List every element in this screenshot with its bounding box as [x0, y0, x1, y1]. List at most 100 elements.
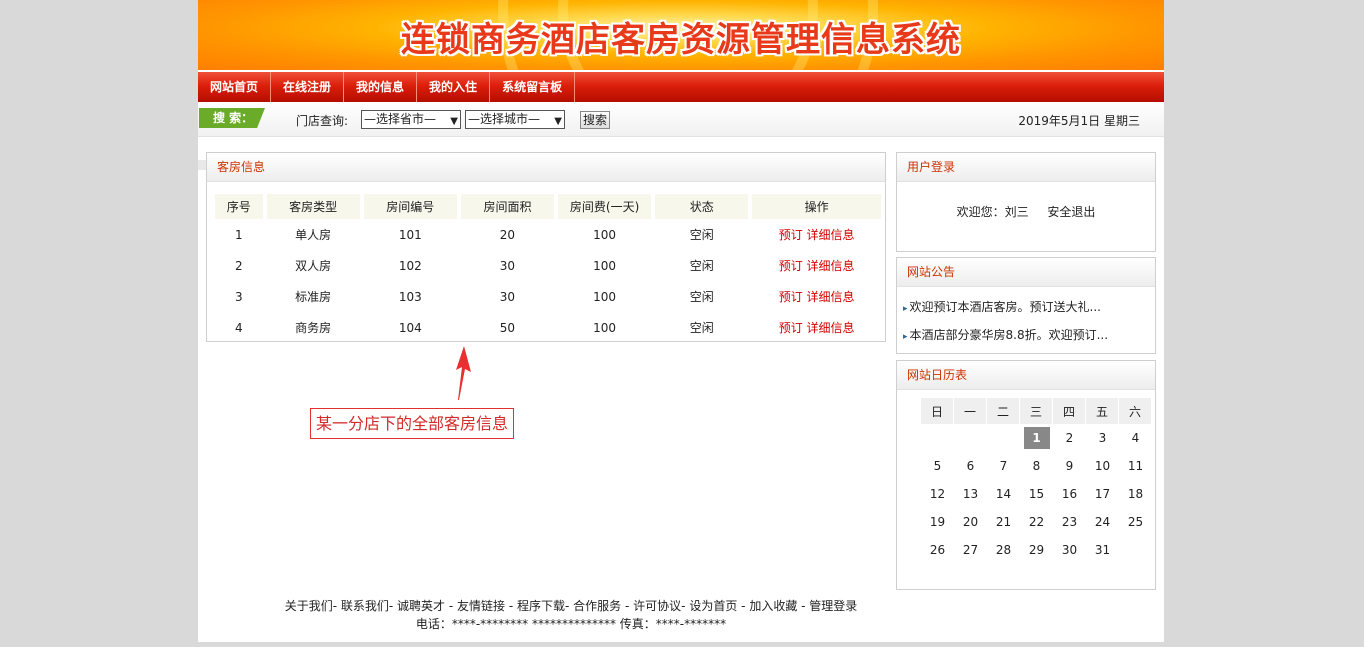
city-select-value: —选择城市— — [468, 112, 541, 126]
calendar-day[interactable]: 23 — [1053, 508, 1086, 536]
calendar-day[interactable]: 4 — [1119, 424, 1152, 452]
annotation-note: 某一分店下的全部客房信息 — [310, 408, 514, 439]
calendar-day[interactable]: 8 — [1020, 452, 1053, 480]
calendar-day[interactable]: 24 — [1086, 508, 1119, 536]
room-no: 4 — [234, 320, 243, 335]
calendar-week-row: 5 6 7 8 9 10 11 — [921, 452, 1152, 480]
calendar-day-number: 22 — [1028, 515, 1045, 529]
notice-panel: 网站公告 ▸ 欢迎预订本酒店客房。预订送大礼... ▸ 本酒店部分豪华房8.8折。欢… — [896, 257, 1156, 354]
calendar-day[interactable]: 5 — [921, 452, 954, 480]
calendar-day[interactable]: 28 — [987, 536, 1020, 564]
footer-link[interactable]: 许可协议 — [633, 599, 681, 613]
book-link[interactable]: 预订 — [779, 228, 803, 242]
calendar-day[interactable]: 3 — [1086, 424, 1119, 452]
calendar-day[interactable]: 12 — [921, 480, 954, 508]
footer-link[interactable]: 关于我们 — [285, 599, 333, 613]
calendar-day-number: 5 — [933, 459, 942, 473]
weekday-label: 五 — [1086, 398, 1119, 424]
calendar-day[interactable]: 7 — [987, 452, 1020, 480]
calendar-day[interactable]: 11 — [1119, 452, 1152, 480]
detail-link[interactable]: 详细信息 — [807, 259, 855, 273]
calendar-day[interactable]: 15 — [1020, 480, 1053, 508]
calendar-panel: 网站日历表 日 一 二 三 四 五 六 1 2 3 4 5 6 7 8 9 10 11 12 13 14 1… — [896, 360, 1156, 590]
calendar-day[interactable]: 13 — [954, 480, 987, 508]
calendar-day[interactable]: 31 — [1086, 536, 1119, 564]
calendar-day[interactable]: 29 — [1020, 536, 1053, 564]
footer-link[interactable]: 联系我们 — [341, 599, 389, 613]
logout-link[interactable]: 安全退出 — [1047, 205, 1095, 219]
calendar-day[interactable]: 20 — [954, 508, 987, 536]
calendar-day[interactable]: 16 — [1053, 480, 1086, 508]
calendar-day-number: 11 — [1127, 459, 1144, 473]
calendar-day[interactable]: 30 — [1053, 536, 1086, 564]
detail-link[interactable]: 详细信息 — [807, 321, 855, 335]
current-date: 2019年5月1日 星期三 — [1018, 114, 1140, 128]
weekday-label: 二 — [987, 398, 1020, 424]
calendar-day[interactable]: 10 — [1086, 452, 1119, 480]
calendar-day[interactable]: 14 — [987, 480, 1020, 508]
footer-link[interactable]: 管理登录 — [809, 599, 857, 613]
room-area: 20 — [499, 227, 516, 242]
notice-list: ▸ 欢迎预订本酒店客房。预订送大礼... ▸ 本酒店部分豪华房8.8折。欢迎预订..… — [897, 293, 1155, 349]
calendar-day[interactable]: 26 — [921, 536, 954, 564]
calendar-day-number: 6 — [966, 459, 975, 473]
room-type: 双人房 — [295, 259, 332, 273]
calendar-day[interactable]: 21 — [987, 508, 1020, 536]
calendar-day[interactable]: 2 — [1053, 424, 1086, 452]
divider — [198, 160, 206, 170]
calendar-day-number: 23 — [1061, 515, 1078, 529]
book-link[interactable]: 预订 — [779, 259, 803, 273]
site-title: 连锁商务酒店客房资源管理信息系统 — [401, 20, 961, 60]
city-select[interactable]: —选择城市— ▼ — [465, 110, 565, 129]
nav-my-info[interactable]: 我的信息 — [344, 72, 418, 102]
room-fee: 100 — [593, 320, 617, 335]
col-header: 操作 — [752, 194, 881, 219]
footer-link[interactable]: 诚聘英才 — [397, 599, 445, 613]
nav-register[interactable]: 在线注册 — [271, 72, 345, 102]
col-header: 客房类型 — [266, 194, 360, 219]
footer-link[interactable]: 程序下载 — [517, 599, 565, 613]
footer-separator: - — [737, 599, 750, 613]
col-header: 房间面积 — [460, 194, 554, 219]
nav-my-checkin[interactable]: 我的入住 — [417, 72, 491, 102]
detail-link[interactable]: 详细信息 — [807, 228, 855, 242]
nav-home[interactable]: 网站首页 — [198, 72, 272, 102]
nav-message-board[interactable]: 系统留言板 — [490, 72, 576, 102]
calendar-day[interactable]: 25 — [1119, 508, 1152, 536]
calendar-day-number: 12 — [929, 487, 946, 501]
calendar-day[interactable]: 17 — [1086, 480, 1119, 508]
room-status: 空闲 — [689, 290, 714, 304]
calendar-day[interactable]: 6 — [954, 452, 987, 480]
room-type: 标准房 — [295, 290, 332, 304]
footer-link[interactable]: 合作服务 — [573, 599, 621, 613]
annotation-arrow-icon — [456, 346, 471, 400]
room-fee: 100 — [593, 289, 617, 304]
calendar-day-number: 28 — [995, 543, 1012, 557]
table-row: 2 双人房 102 30 100 空闲 预订 详细信息 — [215, 250, 881, 281]
book-link[interactable]: 预订 — [779, 321, 803, 335]
calendar-day[interactable]: 22 — [1020, 508, 1053, 536]
calendar-day[interactable]: 9 — [1053, 452, 1086, 480]
book-link[interactable]: 预订 — [779, 290, 803, 304]
calendar-day-number: 3 — [1098, 431, 1107, 445]
calendar-day-number: 10 — [1094, 459, 1111, 473]
calendar-day — [954, 424, 987, 452]
footer-link[interactable]: 设为首页 — [689, 599, 737, 613]
calendar-day[interactable]: 19 — [921, 508, 954, 536]
room-actions: 预订 详细信息 — [752, 219, 881, 250]
search-button[interactable]: 搜索 — [580, 111, 611, 129]
room-code: 104 — [398, 320, 422, 335]
room-type: 商务房 — [295, 321, 332, 335]
calendar-day[interactable]: 1 — [1020, 424, 1053, 452]
province-select[interactable]: —选择省市— ▼ — [361, 110, 461, 129]
calendar-day[interactable]: 27 — [954, 536, 987, 564]
footer-link[interactable]: 友情链接 — [457, 599, 505, 613]
footer-separator: - — [388, 599, 398, 613]
calendar-day[interactable]: 18 — [1119, 480, 1152, 508]
list-item[interactable]: ▸ 欢迎预订本酒店客房。预订送大礼... — [903, 293, 1155, 321]
footer: 关于我们- 联系我们- 诚聘英才 - 友情链接 - 程序下载- 合作服务 - 许… — [198, 597, 944, 633]
list-item[interactable]: ▸ 本酒店部分豪华房8.8折。欢迎预订... — [903, 321, 1155, 349]
footer-link[interactable]: 加入收藏 — [749, 599, 797, 613]
detail-link[interactable]: 详细信息 — [807, 290, 855, 304]
calendar-day-number: 30 — [1061, 543, 1078, 557]
